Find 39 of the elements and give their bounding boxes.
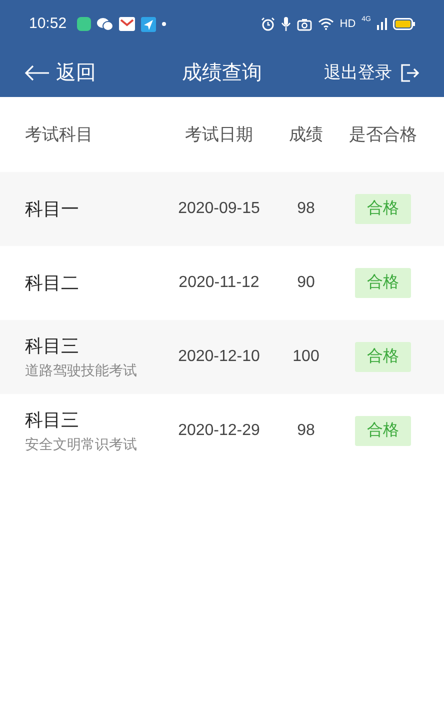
exam-score: 98 [296,421,316,441]
subject-note: 安全文明常识考试 [25,435,138,454]
exam-score: 98 [296,199,316,219]
exam-date: 2020-11-12 [178,273,260,293]
logout-button[interactable]: 退出登录 [290,60,420,86]
result-badge: 合格 [355,416,411,446]
subject-name: 科目三 [25,409,80,432]
subject-name: 科目二 [25,272,80,294]
exam-date: 2020-12-10 [177,347,261,367]
result-badge: 合格 [355,342,411,372]
column-header: 成绩 [288,124,324,146]
exam-date: 2020-09-15 [177,199,261,219]
mail-icon [118,17,135,31]
camera-icon [296,18,312,30]
column-header: 考试科目 [24,124,94,146]
result-badge: 合格 [355,194,411,224]
back-arrow-icon [24,64,50,82]
microphone-icon [280,17,291,31]
subject-note: 道路驾驶技能考试 [25,361,138,380]
send-icon [140,16,156,32]
column-header: 是否合格 [348,124,418,146]
column-header: 考试日期 [184,124,254,146]
status-time: 10:52 [29,14,67,34]
subject-name: 科目三 [25,335,80,358]
app-icon [76,17,91,31]
exam-score: 90 [296,273,316,293]
result-badge: 合格 [355,268,411,298]
exam-date: 2020-12-29 [177,421,261,441]
page-title: 成绩查询 [181,60,263,86]
network-label: HD [340,16,356,32]
exam-score: 100 [292,347,320,367]
alarm-icon [260,17,275,31]
logout-icon [400,62,420,82]
battery-icon [393,18,415,30]
signal-icon [377,18,387,30]
chat-icon [96,18,113,30]
back-button[interactable]: 返回 [24,58,154,88]
subject-name: 科目一 [25,198,80,220]
wifi-icon [318,18,334,30]
